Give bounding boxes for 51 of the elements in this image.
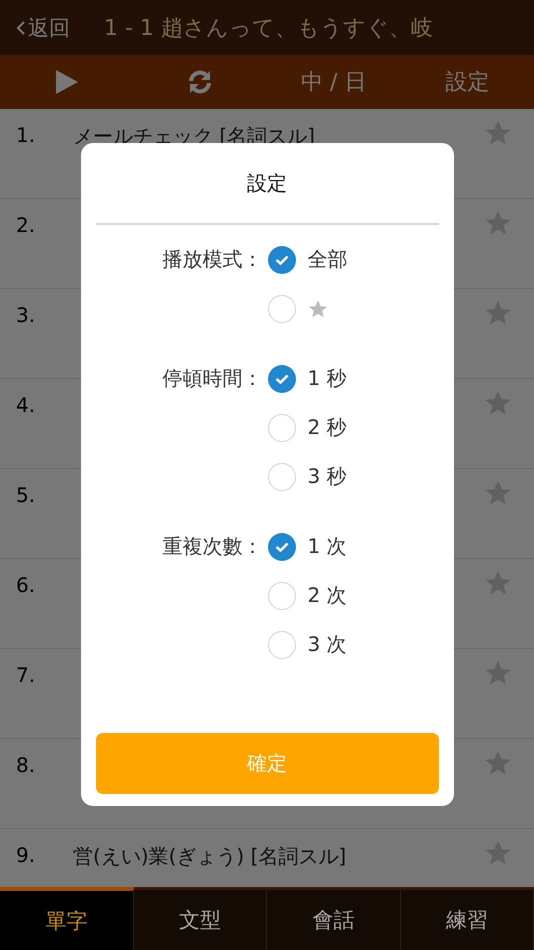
back-link[interactable]: 返回 xyxy=(16,14,70,42)
item-number: 1. xyxy=(16,122,36,149)
item-number: 7. xyxy=(16,662,36,689)
star-icon xyxy=(484,299,512,327)
radio-button[interactable] xyxy=(268,294,296,322)
star-icon xyxy=(484,119,512,147)
option-label: 2 秒 xyxy=(308,414,347,441)
setting-label: 重複次數： xyxy=(162,533,264,560)
item-number: 6. xyxy=(16,572,36,599)
dialog-title: 設定 xyxy=(247,170,287,197)
vocabulary-word: 営(えい)業(ぎょう) [名詞スル] xyxy=(73,843,348,870)
radio-button[interactable] xyxy=(268,532,296,560)
option-label: 2 次 xyxy=(308,582,347,609)
option-label: 1 秒 xyxy=(308,365,347,392)
check-icon xyxy=(274,374,288,384)
item-number: 8. xyxy=(16,752,36,779)
star-icon xyxy=(484,659,512,687)
check-icon xyxy=(274,542,288,552)
tab[interactable]: 單字 xyxy=(0,887,134,950)
star-icon xyxy=(484,479,512,507)
option-label: 1 次 xyxy=(308,533,347,560)
star-icon xyxy=(308,298,328,318)
star-icon xyxy=(484,209,512,237)
item-number: 5. xyxy=(16,482,36,509)
star-icon xyxy=(484,389,512,417)
check-icon xyxy=(274,254,288,264)
lesson-title: 1 - 1 趙さんって、もうすぐ、岐 xyxy=(104,14,433,42)
star-icon xyxy=(484,749,512,777)
radio-button[interactable] xyxy=(268,246,296,274)
tab[interactable]: 文型 xyxy=(134,890,267,950)
item-number: 4. xyxy=(16,392,36,419)
setting-label: 播放模式： xyxy=(162,246,264,273)
refresh-icon[interactable] xyxy=(187,69,214,95)
item-number: 9. xyxy=(16,842,36,869)
radio-button[interactable] xyxy=(268,582,296,610)
play-icon[interactable] xyxy=(54,69,79,95)
radio-button[interactable] xyxy=(268,364,296,392)
setting-label: 停頓時間： xyxy=(162,365,264,392)
option-label: 全部 xyxy=(308,246,348,273)
chevron-left-icon xyxy=(16,20,26,36)
star-icon xyxy=(484,569,512,597)
item-number: 2. xyxy=(16,212,36,239)
radio-button[interactable] xyxy=(268,462,296,490)
radio-button[interactable] xyxy=(268,630,296,658)
radio-button[interactable] xyxy=(268,414,296,442)
option-label: 3 次 xyxy=(308,631,347,658)
star-icon xyxy=(484,839,512,867)
item-number: 3. xyxy=(16,302,36,329)
tab[interactable]: 會話 xyxy=(267,890,400,950)
option-label: 3 秒 xyxy=(308,463,347,490)
tab[interactable]: 練習 xyxy=(400,890,534,950)
